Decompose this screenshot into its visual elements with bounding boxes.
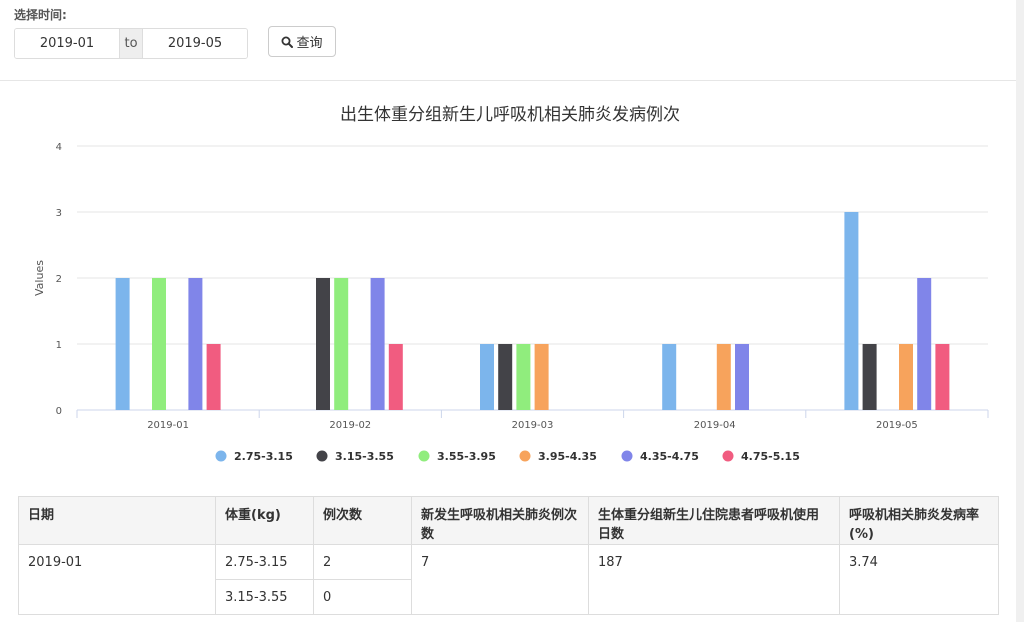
y-tick-label: 3: [56, 208, 62, 219]
col-header-new-cases: 新发生呼吸机相关肺炎例次数: [411, 496, 589, 545]
bar: [370, 278, 385, 410]
legend-label: 3.95-4.35: [538, 450, 597, 463]
bar: [188, 278, 203, 410]
bar: [662, 344, 677, 410]
legend-marker: [418, 450, 430, 462]
bar: [534, 344, 549, 410]
search-icon: [281, 36, 294, 48]
bar: [498, 344, 513, 410]
cell-rate: 3.74: [839, 544, 999, 615]
x-tick-label: 2019-01: [147, 420, 189, 431]
date-range-separator: to: [119, 29, 143, 58]
y-tick-label: 0: [56, 406, 62, 417]
y-axis-label: Values: [33, 260, 46, 296]
date-range-picker: to: [14, 28, 248, 59]
legend-marker: [621, 450, 633, 462]
query-button-label: 查询: [296, 36, 323, 51]
bar: [935, 344, 950, 410]
cell-count: 0: [313, 579, 412, 615]
bar: [516, 344, 531, 410]
bar: [716, 344, 731, 410]
bar: [917, 278, 932, 410]
bar: [862, 344, 877, 410]
col-header-date: 日期: [18, 496, 216, 545]
legend-marker: [316, 450, 328, 462]
legend-marker: [519, 450, 531, 462]
table-row: 2019-01 2.75-3.15 2 7 187 3.74: [18, 544, 999, 615]
bar-chart: 出生体重分组新生儿呼吸机相关肺炎发病例次 0 1 2 3 4 Values 2019-01 20…: [33, 105, 989, 463]
start-date-input[interactable]: [15, 29, 119, 58]
filter-label: 选择时间:: [14, 8, 67, 22]
data-table: 日期 体重(kg) 例次数 新发生呼吸机相关肺炎例次数 生体重分组新生儿住院患者…: [18, 496, 999, 615]
x-tick-label: 2019-05: [876, 420, 918, 431]
legend-marker: [722, 450, 734, 462]
x-tick-label: 2019-04: [694, 420, 736, 431]
bar: [316, 278, 330, 410]
cell-vent-days: 187: [588, 544, 840, 615]
x-tick-label: 2019-03: [512, 420, 554, 431]
legend-label: 3.15-3.55: [335, 450, 394, 463]
bar: [735, 344, 749, 410]
cell-new-cases: 7: [411, 544, 589, 615]
legend-label: 2.75-3.15: [234, 450, 293, 463]
legend-marker: [215, 450, 227, 462]
bar: [206, 344, 221, 410]
legend-label: 4.75-5.15: [741, 450, 800, 463]
cell-weight: 3.15-3.55: [215, 579, 314, 615]
col-header-vent-days: 生体重分组新生儿住院患者呼吸机使用日数: [588, 496, 840, 545]
bar: [334, 278, 349, 410]
cell-date: 2019-01: [18, 544, 216, 615]
y-tick-label: 1: [56, 340, 62, 351]
bar: [388, 344, 403, 410]
bar: [115, 278, 130, 410]
query-button[interactable]: 查询: [268, 26, 336, 57]
page-scrollbar[interactable]: [1016, 0, 1024, 622]
legend-label: 3.55-3.95: [437, 450, 496, 463]
bar: [480, 344, 494, 410]
col-header-weight: 体重(kg): [215, 496, 314, 545]
y-tick-label: 4: [56, 142, 62, 153]
y-tick-label: 2: [56, 274, 62, 285]
col-header-count: 例次数: [313, 496, 412, 545]
col-header-rate: 呼吸机相关肺炎发病率(%): [839, 496, 999, 545]
cell-count: 2: [313, 544, 412, 580]
table-header-row: 日期 体重(kg) 例次数 新发生呼吸机相关肺炎例次数 生体重分组新生儿住院患者…: [18, 496, 999, 545]
end-date-input[interactable]: [143, 29, 247, 58]
x-tick-label: 2019-02: [329, 420, 371, 431]
cell-weight: 2.75-3.15: [215, 544, 314, 580]
bar: [899, 344, 913, 410]
chart-title: 出生体重分组新生儿呼吸机相关肺炎发病例次: [340, 105, 680, 125]
bar: [152, 278, 166, 410]
legend-label: 4.35-4.75: [640, 450, 699, 463]
filter-bar: 选择时间: to 查询: [0, 0, 1016, 81]
bar: [844, 212, 859, 410]
